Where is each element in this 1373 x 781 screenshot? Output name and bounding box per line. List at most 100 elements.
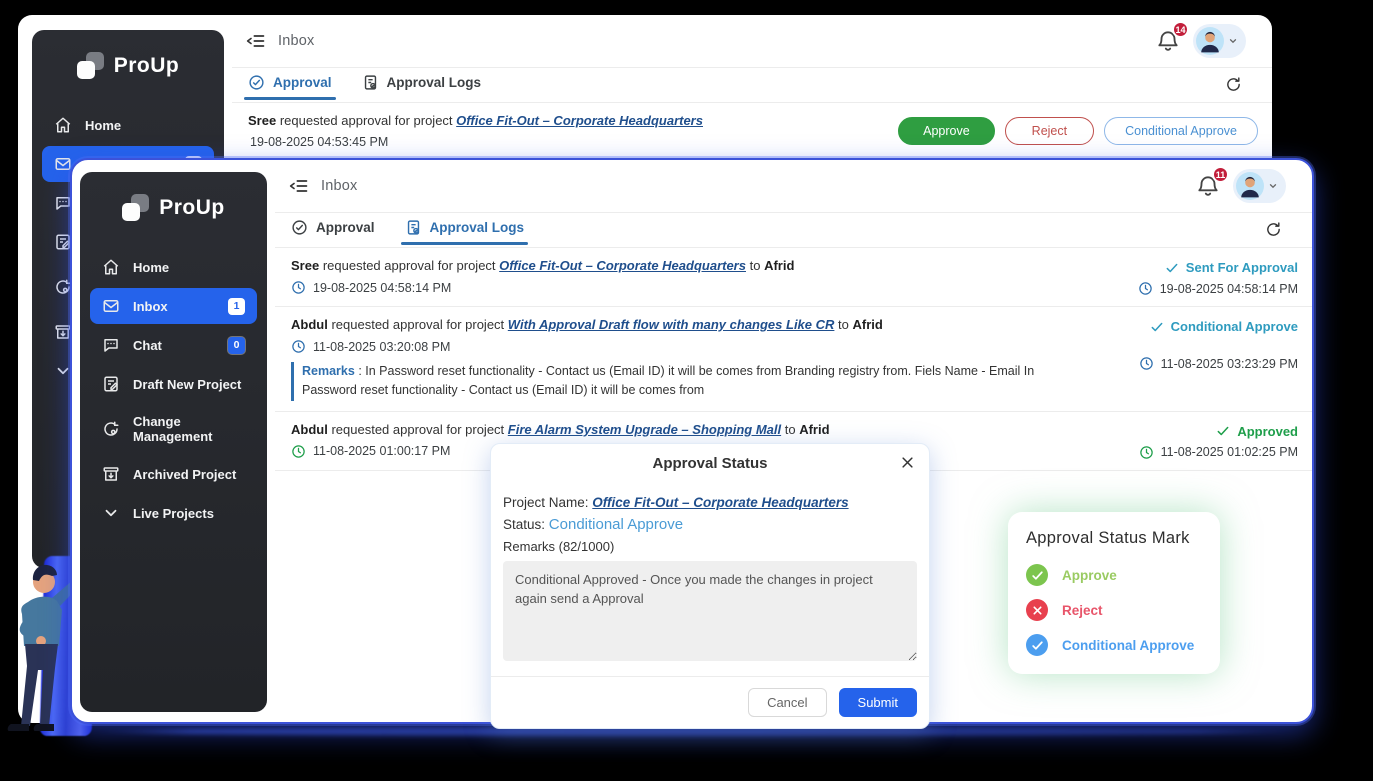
close-icon[interactable]: [900, 455, 915, 470]
sidebar-item-label: Inbox: [133, 299, 215, 314]
legend-item-approve: Approve: [1026, 564, 1202, 586]
project-link[interactable]: Office Fit-Out – Corporate Headquarters: [456, 113, 703, 128]
submit-button[interactable]: Submit: [839, 688, 917, 717]
notification-bell-icon[interactable]: 14: [1155, 28, 1181, 54]
status-badge: Conditional Approve: [1150, 319, 1298, 334]
tab-label: Approval: [273, 75, 332, 90]
cancel-button[interactable]: Cancel: [748, 688, 826, 717]
status-badge: Sent For Approval: [1165, 260, 1298, 275]
tab-approval[interactable]: Approval: [291, 219, 375, 244]
avatar: [1236, 172, 1264, 200]
approval-log-row: Sree requested approval for project Offi…: [275, 248, 1312, 307]
recipient-name: Afrid: [799, 422, 829, 437]
sidebar-item-draft-new-project[interactable]: Draft New Project: [90, 366, 257, 402]
project-link[interactable]: With Approval Draft flow with many chang…: [508, 317, 835, 332]
mail-icon: [102, 297, 120, 315]
sidebar-item-label: Home: [85, 118, 202, 133]
clock-icon: [291, 280, 306, 295]
home-icon: [102, 258, 120, 276]
status-badge: Approved: [1216, 424, 1298, 439]
page-title: Inbox: [278, 33, 314, 49]
project-link[interactable]: Office Fit-Out – Corporate Headquarters: [499, 258, 746, 273]
notification-count-badge: 14: [1172, 21, 1189, 38]
remarks-textarea[interactable]: Conditional Approved - Once you made the…: [503, 561, 917, 661]
notification-bell-icon[interactable]: 11: [1195, 173, 1221, 199]
app-logo-text: ProUp: [114, 54, 180, 78]
tab-approval-logs[interactable]: Approval Logs: [405, 219, 525, 244]
collapse-menu-icon[interactable]: [246, 31, 266, 51]
mail-icon: [54, 155, 72, 173]
project-link[interactable]: Fire Alarm System Upgrade – Shopping Mal…: [508, 422, 781, 437]
requester-name: Abdul: [291, 422, 328, 437]
approve-button[interactable]: Approve: [898, 117, 995, 145]
project-link[interactable]: Office Fit-Out – Corporate Headquarters: [592, 495, 848, 510]
modal-footer: Cancel Submit: [491, 676, 929, 728]
chevron-down-icon: [102, 504, 120, 522]
back-tab-bar: Approval Approval Logs: [232, 68, 1272, 103]
user-avatar-menu[interactable]: [1193, 24, 1246, 58]
status-label: Status:: [503, 517, 545, 532]
clock-icon: [291, 444, 306, 459]
refresh-icon[interactable]: [1265, 221, 1282, 238]
user-avatar-menu[interactable]: [1233, 169, 1286, 203]
log-text: Abdul requested approval for project Fir…: [291, 422, 1043, 437]
legend-label: Conditional Approve: [1062, 638, 1194, 653]
front-sidebar: ProUp Home Inbox 1 Chat 0 Draft New Proj…: [80, 172, 267, 712]
chat-icon: [102, 336, 120, 354]
document-check-icon: [362, 74, 379, 91]
requester-name: Sree: [291, 258, 319, 273]
sidebar-item-label: Live Projects: [133, 506, 245, 521]
legend-label: Approve: [1062, 568, 1117, 583]
chat-count-badge: 0: [228, 337, 245, 354]
notification-count-badge: 11: [1212, 166, 1229, 183]
sidebar-item-live-projects[interactable]: Live Projects: [90, 495, 257, 531]
approve-check-icon: [1026, 564, 1048, 586]
log-text: Sree requested approval for project Offi…: [291, 258, 1043, 273]
project-name-label: Project Name:: [503, 495, 589, 510]
approval-status-modal: Approval Status Project Name: Office Fit…: [490, 443, 930, 729]
tab-approval[interactable]: Approval: [248, 74, 332, 99]
request-text: Sree requested approval for project Offi…: [248, 113, 878, 128]
legend-item-conditional-approve: Conditional Approve: [1026, 634, 1202, 656]
status-timestamp: 11-08-2025 01:02:25 PM: [1139, 445, 1298, 460]
inbox-count-badge: 1: [228, 298, 245, 315]
back-header: Inbox 14: [232, 15, 1272, 68]
clock-icon: [1139, 356, 1154, 371]
sidebar-item-home[interactable]: Home: [90, 249, 257, 285]
archive-icon: [102, 465, 120, 483]
reject-x-icon: [1026, 599, 1048, 621]
conditional-approve-button[interactable]: Conditional Approve: [1104, 117, 1258, 145]
sidebar-item-archived-project[interactable]: Archived Project: [90, 456, 257, 492]
approval-log-row: Abdul requested approval for project Wit…: [275, 307, 1312, 412]
approval-request-row: Sree requested approval for project Offi…: [232, 103, 1272, 160]
chevron-down-icon: [1268, 181, 1278, 191]
status-value: Conditional Approve: [549, 516, 683, 533]
remarks-label: Remarks: [302, 364, 355, 378]
modal-project-line: Project Name: Office Fit-Out – Corporate…: [503, 495, 917, 510]
modal-title: Approval Status: [652, 455, 767, 472]
front-header: Inbox 11: [275, 160, 1312, 213]
tab-approval-logs[interactable]: Approval Logs: [362, 74, 482, 99]
remarks-text: : In Password reset functionality - Cont…: [302, 364, 1034, 397]
app-logo-text: ProUp: [159, 196, 225, 220]
tab-label: Approval Logs: [387, 75, 482, 90]
app-logo: ProUp: [80, 194, 267, 221]
sidebar-item-chat[interactable]: Chat 0: [90, 327, 257, 363]
sidebar-item-label: Archived Project: [133, 467, 245, 482]
approval-status-mark-card: Approval Status Mark Approve Reject Cond…: [1008, 512, 1220, 674]
modal-status-line: Status: Conditional Approve: [503, 516, 917, 533]
conditional-check-icon: [1026, 634, 1048, 656]
avatar: [1196, 27, 1224, 55]
clock-icon: [291, 339, 306, 354]
reject-button[interactable]: Reject: [1005, 117, 1094, 145]
proup-logo-icon: [77, 52, 104, 79]
check-circle-icon: [291, 219, 308, 236]
collapse-menu-icon[interactable]: [289, 176, 309, 196]
check-circle-icon: [248, 74, 265, 91]
sidebar-item-change-management[interactable]: Change Management: [90, 405, 257, 453]
front-app-window: ProUp Home Inbox 1 Chat 0 Draft New Proj…: [70, 158, 1314, 724]
sidebar-item-home[interactable]: Home: [42, 107, 214, 143]
sidebar-item-inbox[interactable]: Inbox 1: [90, 288, 257, 324]
refresh-icon[interactable]: [1225, 76, 1242, 93]
change-management-icon: [102, 420, 120, 438]
